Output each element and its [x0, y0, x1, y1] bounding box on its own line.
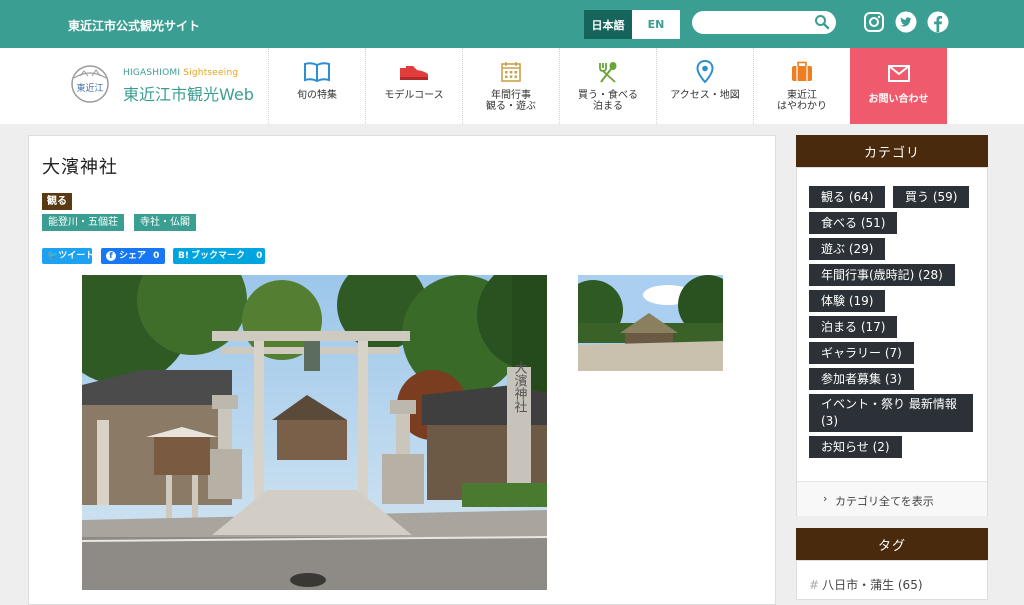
hatena-icon: B!: [178, 251, 189, 261]
shrine-photo[interactable]: 大濱神社: [82, 275, 547, 590]
nav-item-annual-events[interactable]: 年間行事 観る・遊ぶ: [462, 48, 559, 124]
tags-heading: タグ: [796, 528, 988, 560]
category-link[interactable]: イベント・祭り 最新情報 (3): [809, 394, 973, 432]
lang-en-button[interactable]: EN: [632, 10, 680, 39]
show-all-categories-link[interactable]: › カテゴリ全てを表示: [797, 481, 987, 516]
share-count: 0: [153, 251, 160, 261]
tag-badge[interactable]: 寺社・仏閣: [134, 214, 196, 231]
nav-item-model-course[interactable]: モデルコース: [365, 48, 462, 124]
category-link[interactable]: お知らせ (2): [809, 436, 902, 458]
nav-item-shop-eat-stay[interactable]: 買う・食べる 泊まる: [559, 48, 656, 124]
book-icon: [304, 62, 330, 83]
map-pin-icon: [696, 60, 714, 84]
nav-item-label: アクセス・地図: [670, 90, 740, 101]
shrine-pillar-inscription: 大濱神社: [512, 361, 528, 413]
page-title: 大濱神社: [42, 157, 118, 178]
bookmark-count: 0: [256, 251, 263, 261]
top-bar: 東近江市公式観光サイト 日本語 EN: [0, 0, 1024, 48]
nav-item-access-map[interactable]: アクセス・地図: [656, 48, 753, 124]
site-logo[interactable]: 東近江 HIGASHIOMI Sightseeing 東近江市観光Web: [66, 62, 266, 116]
category-link[interactable]: 体験 (19): [809, 290, 886, 312]
mail-icon: [887, 65, 910, 82]
category-link[interactable]: 買う (59): [893, 186, 970, 208]
category-link[interactable]: 観る (64): [809, 186, 886, 208]
tags-list: # 八日市・蒲生 (65): [796, 560, 988, 600]
nav-item-label: 買う・食べる 泊まる: [578, 90, 638, 112]
twitter-bird-icon: 🐦: [47, 251, 59, 261]
categories-heading: カテゴリ: [796, 135, 988, 167]
tweet-button[interactable]: 🐦ツイート: [42, 248, 94, 264]
gallery-thumbnail[interactable]: [578, 275, 723, 371]
category-badge[interactable]: 観る: [42, 193, 72, 210]
facebook-share-button[interactable]: f シェア 0: [101, 248, 165, 264]
category-link[interactable]: 参加者募集 (3): [809, 368, 914, 390]
chevron-right-icon: ›: [823, 492, 828, 505]
search-input[interactable]: [692, 11, 836, 34]
facebook-f-icon: f: [106, 251, 116, 261]
calendar-icon: [501, 62, 521, 82]
hatena-bookmark-button[interactable]: B! ブックマーク 0: [173, 248, 265, 264]
article: 大濱神社 観る 能登川・五個荘 寺社・仏閣 🐦ツイート f シェア 0 B! ブック…: [28, 135, 776, 605]
search-icon[interactable]: [814, 14, 830, 30]
shoe-icon: [400, 66, 428, 80]
hash-icon: #: [809, 578, 820, 592]
contact-button[interactable]: お問い合わせ: [850, 48, 947, 124]
category-link[interactable]: 年間行事(歳時記) (28): [809, 264, 955, 286]
tag-link[interactable]: # 八日市・蒲生 (65): [809, 576, 923, 593]
shrine-photo-image: 大濱神社: [82, 275, 547, 590]
logo-seal-text: 東近江: [76, 82, 103, 94]
facebook-icon[interactable]: [927, 11, 949, 33]
svg-text:大濱神社: 大濱神社: [512, 361, 528, 413]
nav-item-quick-guide[interactable]: 東近江 はやわかり: [753, 48, 850, 124]
logo-english: HIGASHIOMI Sightseeing: [123, 68, 239, 78]
nav-item-feature[interactable]: 旬の特集: [268, 48, 365, 124]
suitcase-icon: [792, 61, 812, 81]
category-link[interactable]: 遊ぶ (29): [809, 238, 886, 260]
contact-label: お問い合わせ: [868, 94, 929, 105]
logo-seal-icon: 東近江: [71, 65, 109, 103]
twitter-icon[interactable]: [895, 11, 917, 33]
category-link[interactable]: 泊まる (17): [809, 316, 898, 338]
thumbnail-image: [578, 275, 723, 371]
category-link[interactable]: ギャラリー (7): [809, 342, 914, 364]
tag-badge[interactable]: 能登川・五個荘: [42, 214, 124, 231]
nav-item-label: 東近江 はやわかり: [777, 90, 827, 112]
nav-item-label: 年間行事 観る・遊ぶ: [486, 90, 536, 112]
categories-list: 観る (64) 買う (59) 食べる (51) 遊ぶ (29) 年間行事(歳時…: [796, 167, 988, 516]
fork-spoon-icon: [599, 62, 617, 83]
instagram-icon[interactable]: [863, 11, 885, 33]
nav-item-label: 旬の特集: [297, 90, 337, 101]
nav-item-label: モデルコース: [384, 90, 444, 101]
site-name[interactable]: 東近江市公式観光サイト: [68, 17, 200, 34]
logo-japanese: 東近江市観光Web: [123, 85, 254, 104]
category-link[interactable]: 食べる (51): [809, 212, 898, 234]
lang-ja-button[interactable]: 日本語: [584, 10, 632, 39]
